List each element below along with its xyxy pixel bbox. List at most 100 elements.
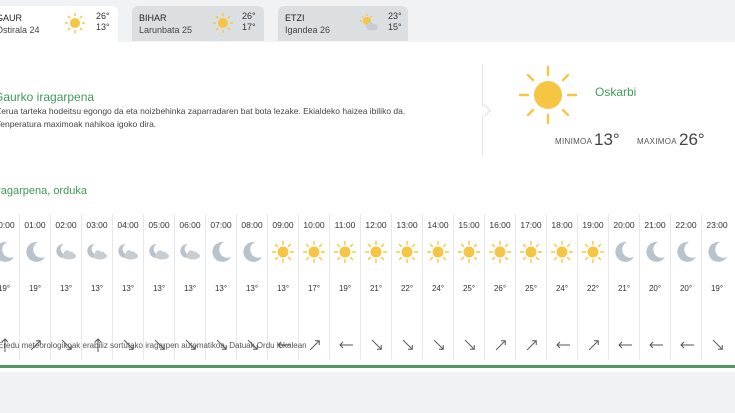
hour-time: 01:00 — [24, 220, 46, 230]
sky-state: Oskarbi — [595, 85, 637, 99]
hour-column: 05:00 13° — [143, 214, 174, 360]
hour-temp: 13° — [152, 284, 166, 293]
moon-icon — [612, 240, 636, 269]
hour-time: 06:00 — [179, 220, 201, 230]
max-label: MAXIMOA — [637, 137, 677, 146]
tab-etzi[interactable]: ETZI Igandea 26 23° 15° — [278, 6, 408, 41]
hour-temp: 26° — [493, 284, 507, 293]
moon-cloud-icon — [147, 240, 171, 269]
hour-column: 18:00 24° — [546, 214, 577, 360]
tab-temps: 26° 17° — [242, 11, 256, 33]
hour-temp: 19° — [710, 284, 724, 293]
tab-temps: 23° 15° — [388, 11, 402, 33]
hour-temp: 22° — [400, 284, 414, 293]
wind-arrow-icon — [648, 337, 664, 358]
hour-column: 13:00 22° — [391, 214, 422, 360]
hour-time: 18:00 — [551, 220, 573, 230]
chevron-right-icon — [478, 104, 491, 117]
hour-column: 03:00 13° — [81, 214, 112, 360]
today-forecast-text: Zerua tarteka hodeitsu egongo da eta noi… — [0, 106, 406, 129]
sun-icon — [271, 240, 295, 269]
hour-column: 01:00 19° — [19, 214, 50, 360]
hour-temp: 13° — [183, 284, 197, 293]
moon-icon — [0, 240, 16, 269]
max-value: 26° — [679, 130, 705, 149]
hour-time: 12:00 — [365, 220, 387, 230]
hour-time: 14:00 — [427, 220, 449, 230]
hour-temp: 22° — [586, 284, 600, 293]
hour-column: 23:00 19° — [701, 214, 732, 360]
hour-column: 11:00 19° — [329, 214, 360, 360]
hour-column: 00:00 19° — [0, 214, 19, 360]
wind-arrow-icon — [338, 337, 354, 358]
wind-arrow-icon — [586, 337, 602, 358]
tab-gaur[interactable]: GAUR Ostirala 24 26° 13° — [0, 6, 118, 44]
hour-time: 10:00 — [303, 220, 325, 230]
wind-arrow-icon — [524, 337, 540, 358]
hour-column: 06:00 13° — [174, 214, 205, 360]
wind-arrow-icon — [710, 337, 726, 358]
sun-icon — [302, 240, 326, 269]
hour-temp: 13° — [276, 284, 290, 293]
hour-temp: 20° — [679, 284, 693, 293]
wind-arrow-icon — [462, 337, 478, 358]
forecast-panel: Gaurko iragarpena Zerua tarteka hodeitsu… — [0, 42, 735, 372]
sun-icon — [395, 240, 419, 269]
tab-date: Larunbata 25 — [139, 25, 193, 35]
sun-icon — [517, 64, 579, 131]
hour-temp: 13° — [245, 284, 259, 293]
hour-temp: 24° — [555, 284, 569, 293]
tab-min: 15° — [388, 22, 402, 32]
hour-column: 08:00 13° — [236, 214, 267, 360]
moon-icon — [23, 240, 47, 269]
hour-time: 04:00 — [117, 220, 139, 230]
hour-column: 10:00 17° — [298, 214, 329, 360]
hour-time: 23:00 — [706, 220, 728, 230]
wind-arrow-icon — [493, 337, 509, 358]
hour-column: 09:00 13° — [267, 214, 298, 360]
sun-icon — [333, 240, 357, 269]
tab-day-name: ETZI — [285, 13, 305, 23]
hour-column: 14:00 24° — [422, 214, 453, 360]
tab-date: Ostirala 24 — [0, 25, 40, 35]
tab-min: 13° — [96, 22, 110, 32]
hour-time: 03:00 — [86, 220, 108, 230]
wind-arrow-icon — [617, 337, 633, 358]
tab-temps: 26° 13° — [96, 11, 110, 33]
tab-day-name: GAUR — [0, 13, 23, 23]
hour-column: 19:00 22° — [577, 214, 608, 360]
sun-icon — [426, 240, 450, 269]
hour-time: 16:00 — [489, 220, 511, 230]
wind-arrow-icon — [307, 337, 323, 358]
hour-column: 04:00 13° — [112, 214, 143, 360]
wind-arrow-icon — [431, 337, 447, 358]
tab-bihar[interactable]: BIHAR Larunbata 25 26° 17° — [132, 6, 264, 41]
moon-icon — [643, 240, 667, 269]
sun-icon — [519, 240, 543, 269]
hour-column: 15:00 25° — [453, 214, 484, 360]
tab-max: 26° — [96, 11, 110, 21]
tab-max: 23° — [388, 11, 402, 21]
tab-min: 17° — [242, 22, 256, 32]
hour-temp: 25° — [524, 284, 538, 293]
hour-time: 13:00 — [396, 220, 418, 230]
moon-icon — [209, 240, 233, 269]
tab-date: Igandea 26 — [285, 25, 331, 35]
hour-temp: 13° — [90, 284, 104, 293]
hour-column: 17:00 25° — [515, 214, 546, 360]
hour-column: 22:00 20° — [670, 214, 701, 360]
tab-day-name: BIHAR — [139, 13, 167, 23]
hour-time: 19:00 — [582, 220, 604, 230]
hour-column: 16:00 26° — [484, 214, 515, 360]
hour-temp: 19° — [28, 284, 42, 293]
sun-icon — [64, 12, 86, 39]
hour-column: 20:00 21° — [608, 214, 639, 360]
wind-arrow-icon — [369, 337, 385, 358]
today-forecast-title: Gaurko iragarpena — [0, 90, 95, 104]
hour-temp: 25° — [462, 284, 476, 293]
hour-column: 12:00 21° — [360, 214, 391, 360]
footnote: Eredu meteorologikoak erabiliz sortutako… — [0, 341, 307, 350]
wind-arrow-icon — [679, 337, 695, 358]
hour-time: 09:00 — [272, 220, 294, 230]
hour-temp: 13° — [121, 284, 135, 293]
